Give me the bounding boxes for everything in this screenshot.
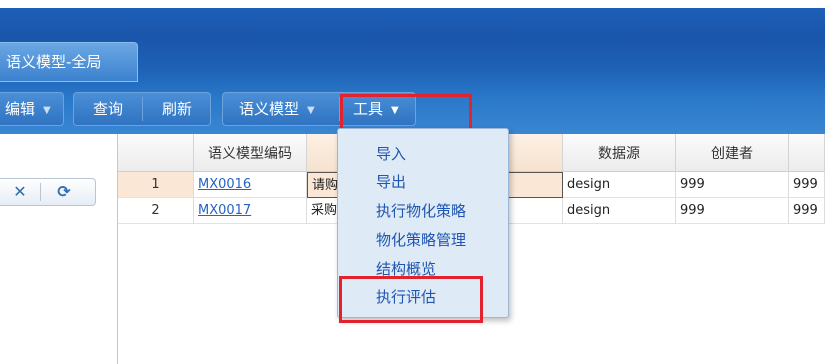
datasource-cell: design (563, 198, 676, 224)
edit-label: 编辑 (5, 100, 36, 118)
refresh-button[interactable]: 刷新 (143, 93, 211, 125)
divider (40, 183, 41, 201)
column-header-model-code[interactable]: 语义模型编码 (194, 134, 307, 172)
semantic-model-label: 语义模型 (239, 100, 300, 118)
row-number: 1 (118, 172, 194, 198)
menu-item-materialization-management[interactable]: 物化策略管理 (376, 226, 466, 254)
model-name: 采购 (311, 203, 338, 218)
model-code-link[interactable]: MX0016 (198, 177, 251, 192)
tab-semantic-model-global[interactable]: 语义模型-全局 (0, 42, 138, 82)
column-header-creator[interactable]: 创建者 (676, 134, 789, 172)
tools-button-highlight (340, 94, 472, 132)
top-border (0, 0, 825, 8)
column-header-rownum (118, 134, 194, 172)
run-evaluation-highlight (339, 276, 483, 323)
column-header-datasource[interactable]: 数据源 (563, 134, 676, 172)
edit-button[interactable]: 编辑 ▼ (0, 92, 64, 126)
query-button[interactable]: 查询 (74, 93, 142, 125)
menu-item-import[interactable]: 导入 (376, 140, 406, 168)
creator-cell: 999 (676, 172, 789, 198)
model-code-cell[interactable]: MX0017 (194, 198, 307, 224)
query-refresh-group: 查询 刷新 (73, 92, 211, 126)
left-panel (0, 134, 118, 364)
column-header-extra[interactable] (789, 134, 825, 172)
refresh-icon[interactable]: ⟳ (44, 179, 84, 205)
chevron-down-icon: ▼ (43, 105, 51, 116)
extra-cell: 999 (789, 172, 825, 198)
row-number: 2 (118, 198, 194, 224)
model-code-link[interactable]: MX0017 (198, 203, 251, 218)
chevron-down-icon: ▼ (307, 105, 315, 116)
query-label: 查询 (92, 100, 123, 118)
semantic-model-menu-button[interactable]: 语义模型 ▼ (223, 93, 337, 127)
model-code-cell[interactable]: MX0016 (194, 172, 307, 198)
menu-item-run-materialization[interactable]: 执行物化策略 (376, 197, 466, 225)
close-icon[interactable]: ✕ (0, 179, 40, 205)
tab-label: 语义模型-全局 (6, 53, 102, 71)
refresh-label: 刷新 (161, 100, 192, 118)
menu-item-export[interactable]: 导出 (376, 168, 406, 196)
model-name: 请购 (312, 178, 339, 193)
left-panel-toolbar: ✕ ⟳ (0, 178, 96, 206)
extra-cell: 999 (789, 198, 825, 224)
creator-cell: 999 (676, 198, 789, 224)
datasource-cell: design (563, 172, 676, 198)
